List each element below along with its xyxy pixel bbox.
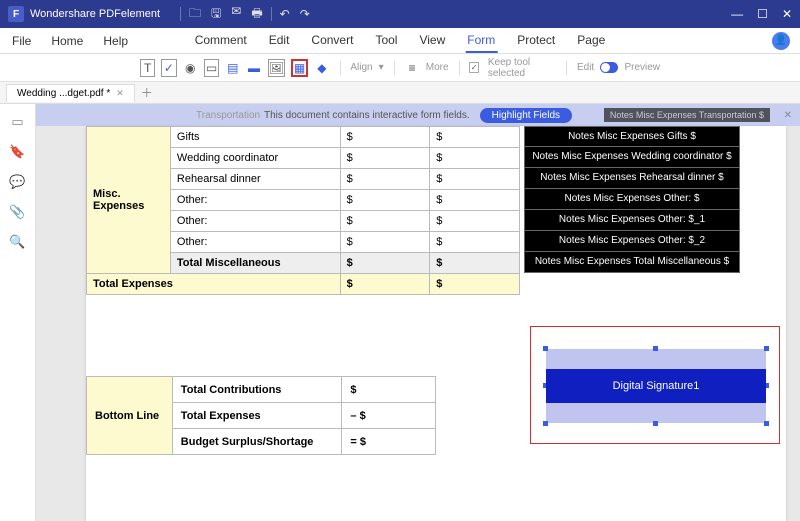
menu-edit[interactable]: Edit (267, 29, 292, 53)
banner-text: This document contains interactive form … (264, 110, 470, 121)
app-title: Wondershare PDFelement (30, 8, 160, 20)
banner-faded: Transportation (196, 110, 260, 121)
more-label[interactable]: More (426, 62, 449, 73)
banner-ghost-field: Notes Misc Expenses Transportation $ (604, 108, 770, 122)
bookmarks-icon[interactable]: 🔖 (10, 144, 26, 160)
document-area: Transportation This document contains in… (36, 104, 800, 521)
menu-help[interactable]: Help (101, 30, 130, 52)
save-icon[interactable]: 🖫 (211, 4, 221, 25)
radio-field-icon[interactable]: ◉ (183, 59, 198, 77)
keep-tool-label: Keep tool selected (488, 57, 556, 79)
maximize-button[interactable]: ☐ (757, 7, 768, 21)
signature-field-bounds[interactable]: Digital Signature1 (530, 326, 780, 444)
misc-label: Misc. Expenses (87, 127, 171, 274)
app-logo: F (8, 6, 24, 22)
item-cell: Gifts (170, 127, 340, 148)
form-toolbar: T ✓ ◉ ▭ ▤ ▬ 🖼 ▦ ◆ Align ▾ ≡ More ✓ Keep … (0, 54, 800, 82)
edit-preview-toggle[interactable] (600, 62, 618, 73)
note-field[interactable]: Notes Misc Expenses Other: $ (524, 189, 740, 210)
image-field-icon[interactable]: 🖼 (268, 59, 285, 77)
thumbnails-icon[interactable]: ▭ (10, 114, 26, 130)
note-field[interactable]: Notes Misc Expenses Other: $_2 (524, 231, 740, 252)
menu-view[interactable]: View (417, 29, 447, 53)
list-field-icon[interactable]: ▤ (225, 59, 240, 77)
keep-tool-checkbox[interactable]: ✓ (469, 62, 478, 73)
amount-field[interactable]: $ (340, 127, 430, 148)
edit-label: Edit (577, 62, 594, 73)
banner-close-icon[interactable]: ✕ (784, 110, 792, 121)
form-info-banner: Transportation This document contains in… (36, 104, 800, 126)
avatar[interactable]: 👤 (772, 32, 790, 50)
misc-expenses-table: Misc. Expenses Gifts $ $ Wedding coordin… (86, 126, 520, 295)
undo-icon[interactable]: ↶ (280, 7, 290, 21)
minimize-button[interactable]: — (731, 7, 743, 21)
table-row: Misc. Expenses Gifts $ $ (87, 127, 520, 148)
recognize-icon[interactable]: ◆ (314, 59, 329, 77)
document-tabs: Wedding ...dget.pdf * ✕ ＋ (0, 82, 800, 104)
note-field[interactable]: Notes Misc Expenses Wedding coordinator … (524, 147, 740, 168)
highlight-fields-button[interactable]: Highlight Fields (480, 108, 572, 123)
combo-field-icon[interactable]: ▭ (204, 59, 219, 77)
signature-field[interactable]: Digital Signature1 (546, 349, 766, 423)
preview-label: Preview (624, 62, 660, 73)
menu-home[interactable]: Home (49, 30, 85, 52)
comments-icon[interactable]: 💬 (10, 174, 26, 190)
signature-label: Digital Signature1 (546, 369, 766, 403)
button-field-icon[interactable]: ▬ (246, 59, 261, 77)
table-row: Total Expenses$$ (87, 274, 520, 295)
pdf-page[interactable]: Misc. Expenses Gifts $ $ Wedding coordin… (86, 126, 786, 521)
titlebar: F Wondershare PDFelement 🗀 🖫 ✉ 🖶 ↶ ↷ — ☐… (0, 0, 800, 28)
menu-comment[interactable]: Comment (193, 29, 249, 53)
open-icon[interactable]: 🗀 (189, 4, 201, 25)
close-button[interactable]: ✕ (782, 7, 792, 21)
attachments-icon[interactable]: 📎 (10, 204, 26, 220)
note-field[interactable]: Notes Misc Expenses Rehearsal dinner $ (524, 168, 740, 189)
note-field[interactable]: Notes Misc Expenses Gifts $ (524, 126, 740, 147)
doc-tab[interactable]: Wedding ...dget.pdf * ✕ (6, 84, 135, 102)
menu-protect[interactable]: Protect (515, 29, 557, 53)
print-icon[interactable]: 🖶 (251, 4, 262, 25)
redo-icon[interactable]: ↷ (300, 7, 310, 21)
menubar: File Home Help Comment Edit Convert Tool… (0, 28, 800, 54)
table-row: Bottom Line Total Contributions $ (87, 377, 436, 403)
align-label[interactable]: Align (350, 62, 372, 73)
more-icon[interactable]: ≡ (404, 59, 419, 77)
menu-convert[interactable]: Convert (309, 29, 355, 53)
bottom-label: Bottom Line (87, 377, 173, 455)
mail-icon[interactable]: ✉ (231, 4, 241, 25)
amount-field[interactable]: $ (430, 127, 520, 148)
search-icon[interactable]: 🔍 (10, 234, 26, 250)
menu-file[interactable]: File (10, 30, 33, 52)
note-field[interactable]: Notes Misc Expenses Other: $_1 (524, 210, 740, 231)
menu-tool[interactable]: Tool (373, 29, 399, 53)
add-tab-button[interactable]: ＋ (141, 84, 153, 101)
menu-form[interactable]: Form (465, 29, 497, 53)
text-field-icon[interactable]: T (140, 59, 155, 77)
signature-field-icon[interactable]: ▦ (291, 59, 308, 77)
doc-tab-name: Wedding ...dget.pdf * (17, 88, 110, 99)
menu-page[interactable]: Page (575, 29, 607, 53)
close-tab-icon[interactable]: ✕ (116, 88, 124, 99)
checkbox-field-icon[interactable]: ✓ (161, 59, 176, 77)
left-sidebar: ▭ 🔖 💬 📎 🔍 (0, 104, 36, 521)
bottom-line-table: Bottom Line Total Contributions $ Total … (86, 376, 436, 455)
notes-fields: Notes Misc Expenses Gifts $ Notes Misc E… (524, 126, 740, 273)
note-field[interactable]: Notes Misc Expenses Total Miscellaneous … (524, 252, 740, 273)
